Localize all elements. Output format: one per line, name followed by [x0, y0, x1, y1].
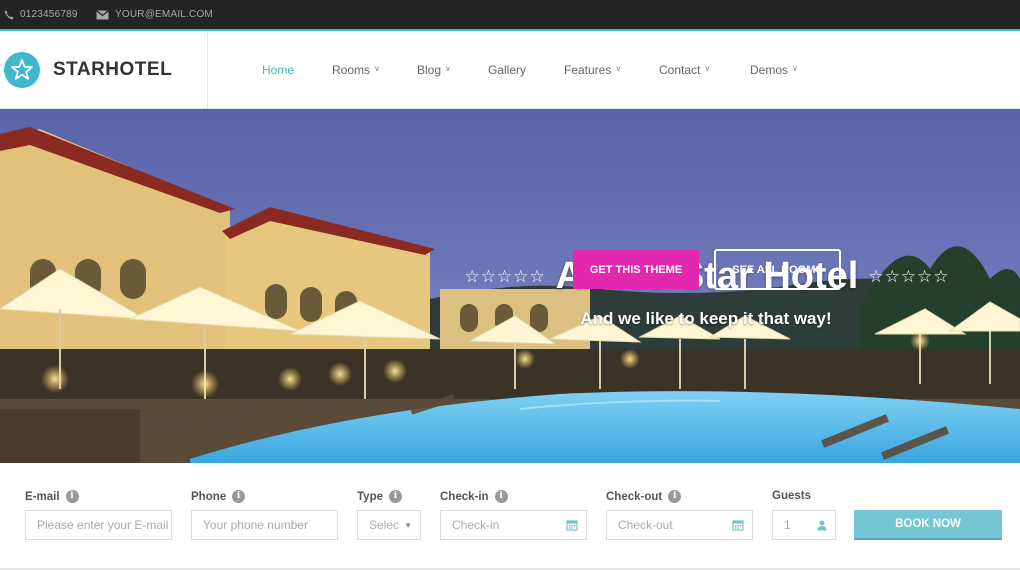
nav-blog-label: Blog: [417, 62, 442, 77]
type-select[interactable]: Select ▼: [357, 510, 421, 540]
nav-rooms[interactable]: Rooms ∨: [332, 31, 380, 108]
checkin-placeholder: Check-in: [452, 518, 500, 532]
guests-field[interactable]: 1: [772, 510, 836, 540]
phone-field[interactable]: Your phone number: [191, 510, 338, 540]
guests-label-text: Guests: [772, 490, 811, 502]
envelope-icon: [96, 9, 109, 19]
nav-home-label: Home: [262, 62, 295, 77]
nav-demos-label: Demos: [750, 62, 789, 77]
chevron-down-icon: ∨: [445, 64, 451, 73]
nav-home[interactable]: Home: [262, 31, 294, 108]
email-address: YOUR@EMAIL.COM: [115, 9, 213, 20]
chevron-down-icon: ∨: [704, 64, 711, 73]
calendar-icon[interactable]: [732, 511, 744, 539]
info-icon[interactable]: i: [65, 490, 79, 503]
site-logo[interactable]: STARHOTEL: [0, 31, 208, 108]
info-icon[interactable]: i: [389, 490, 402, 503]
chevron-down-icon: ∨: [615, 64, 622, 73]
guests-value: 1: [784, 518, 791, 532]
booking-form: E-mail i Please enter your E-mail Phone i …: [0, 463, 1020, 570]
topbar-email[interactable]: YOUR@EMAIL.COM: [96, 0, 213, 29]
email-label: E-mail i: [25, 490, 79, 503]
phone-label: Phone i: [191, 490, 246, 503]
nav-features[interactable]: Features ∨: [564, 31, 621, 108]
site-header: STARHOTEL Home Rooms ∨ Blog ∨ Gallery Feat…: [0, 31, 1020, 109]
stars-left-icon: ☆☆☆☆☆: [464, 266, 546, 286]
checkin-label: Check-in i: [440, 490, 508, 503]
nav-gallery[interactable]: Gallery: [488, 31, 526, 108]
top-bar: 0123456789 YOUR@EMAIL.COM: [0, 0, 1020, 31]
info-icon[interactable]: i: [668, 490, 682, 503]
checkout-label-text: Check-out: [606, 490, 663, 503]
logo-text: STARHOTEL: [53, 59, 173, 80]
book-now-button[interactable]: BOOK NOW: [854, 510, 1002, 540]
nav-features-label: Features: [564, 62, 612, 77]
checkin-label-text: Check-in: [440, 490, 489, 503]
nav-demos[interactable]: Demos ∨: [750, 31, 798, 108]
phone-icon: [4, 10, 14, 19]
topbar-phone[interactable]: 0123456789: [4, 0, 78, 29]
nav-contact[interactable]: Contact ∨: [659, 31, 710, 108]
hero-title: ☆☆☆☆☆ A Five Star Hotel ☆☆☆☆☆: [437, 255, 977, 298]
phone-number: 0123456789: [20, 9, 78, 20]
nav-contact-label: Contact: [659, 62, 701, 77]
chevron-down-icon: ∨: [374, 64, 380, 73]
checkout-placeholder: Check-out: [618, 518, 673, 532]
user-icon: [817, 511, 827, 539]
calendar-icon[interactable]: [566, 511, 578, 539]
email-field[interactable]: Please enter your E-mail: [25, 510, 172, 540]
info-icon[interactable]: i: [494, 490, 508, 503]
checkout-label: Check-out i: [606, 490, 682, 503]
get-theme-button[interactable]: GET THIS THEME: [573, 250, 699, 289]
guests-label: Guests: [772, 490, 811, 502]
stars-right-icon: ☆☆☆☆☆: [868, 266, 950, 286]
phone-placeholder: Your phone number: [203, 518, 308, 532]
info-icon[interactable]: i: [232, 490, 246, 503]
chevron-down-icon: ∨: [792, 64, 798, 73]
type-label-text: Type: [357, 490, 383, 503]
email-placeholder: Please enter your E-mail: [37, 518, 169, 532]
hero-subtitle: And we like to keep it that way!: [580, 309, 832, 328]
phone-label-text: Phone: [191, 490, 227, 503]
checkin-field[interactable]: Check-in: [440, 510, 587, 540]
star-icon: [4, 52, 40, 88]
email-label-text: E-mail: [25, 490, 60, 503]
checkout-field[interactable]: Check-out: [606, 510, 753, 540]
type-label: Type i: [357, 490, 402, 503]
nav-gallery-label: Gallery: [488, 62, 527, 77]
type-placeholder: Select: [369, 518, 399, 532]
nav-blog[interactable]: Blog ∨: [417, 31, 451, 108]
hero-banner: ☆☆☆☆☆ A Five Star Hotel ☆☆☆☆☆ And we lik…: [0, 109, 1020, 463]
chevron-down-icon: ▼: [404, 520, 412, 530]
nav-rooms-label: Rooms: [332, 62, 371, 77]
see-all-rooms-button[interactable]: SEE ALL ROOMS: [714, 249, 841, 290]
